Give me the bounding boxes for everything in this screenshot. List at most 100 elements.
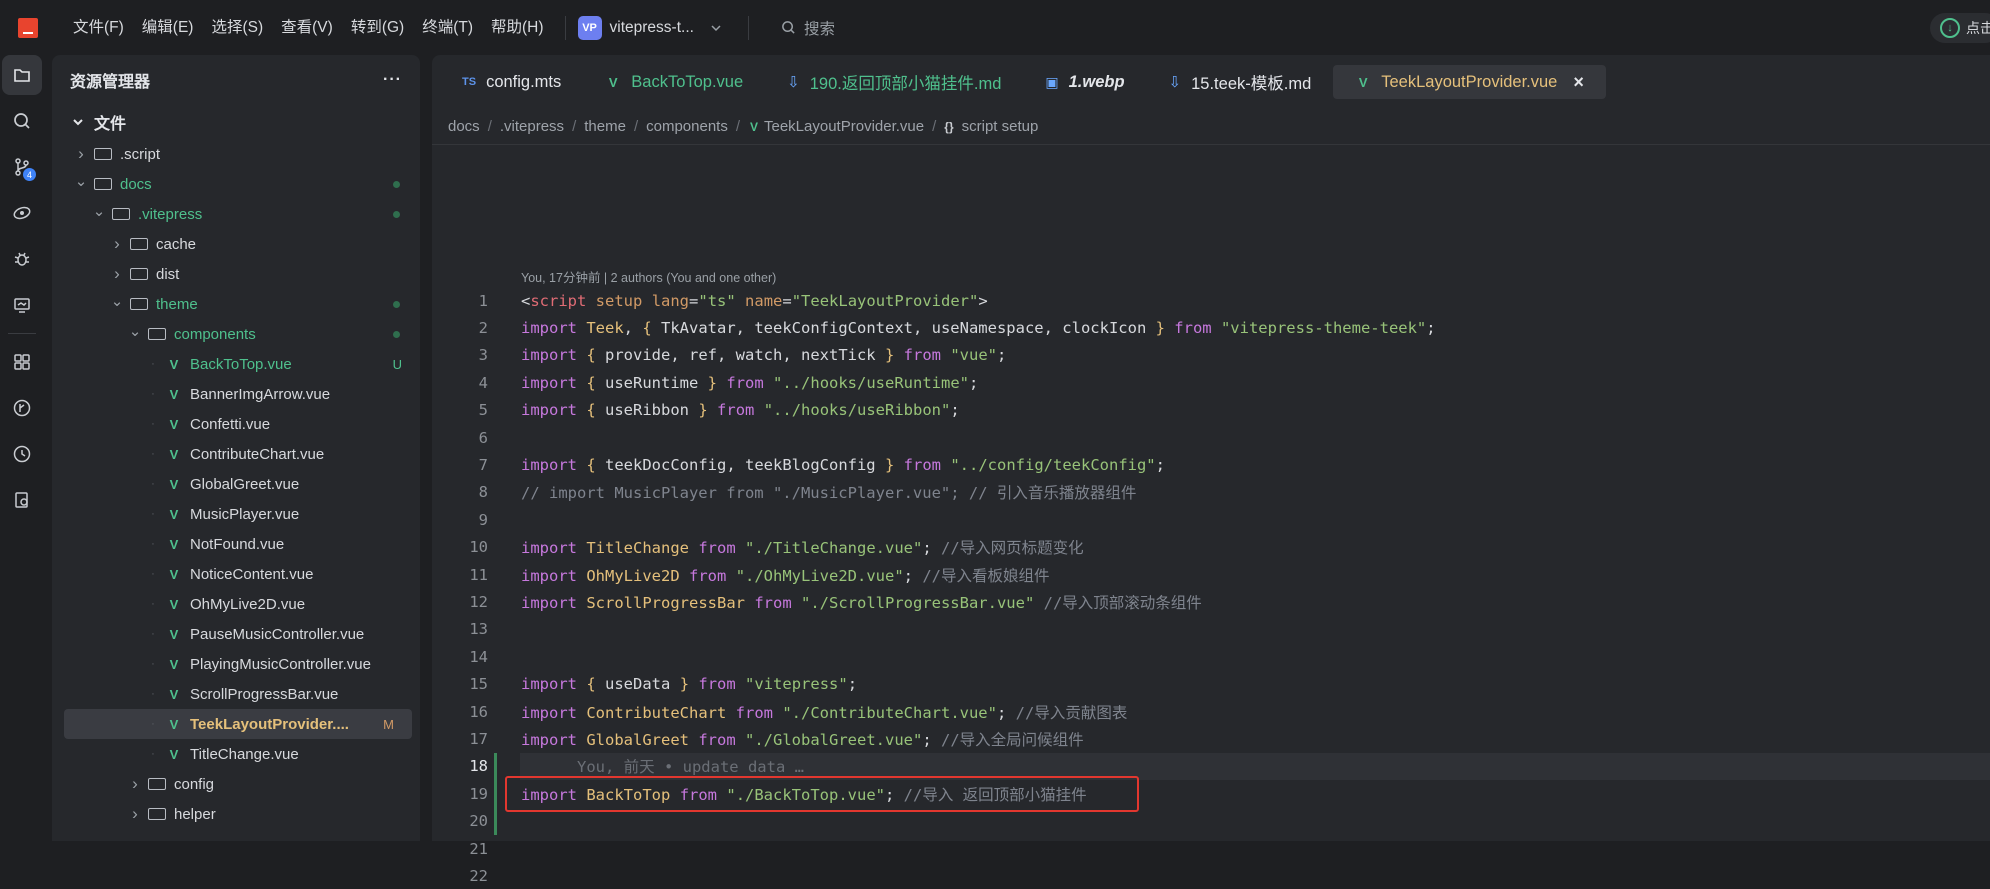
codelens-authors[interactable]: You, 17分钟前 | 2 authors (You and one othe… xyxy=(521,267,776,286)
code-line: 21 xyxy=(432,835,1990,862)
code-token: OhMyLive2D xyxy=(586,566,680,585)
code-token: from xyxy=(754,593,792,612)
tree-indent: · xyxy=(151,478,155,490)
folder-open-icon xyxy=(94,178,112,190)
code-token: //导入网页标题变化 xyxy=(941,539,1084,558)
more-actions-icon[interactable]: ··· xyxy=(383,71,402,89)
menu-item[interactable]: 编辑(E) xyxy=(133,0,203,55)
folder-item[interactable]: ⌄ .vitepress xyxy=(52,199,420,229)
tree-item-label: ContributeChart.vue xyxy=(190,445,325,463)
files-section-header[interactable]: 文件 xyxy=(52,105,420,139)
code-line: 4 import { useRuntime } from "../hooks/us… xyxy=(432,369,1990,396)
search-input[interactable]: 搜索 xyxy=(781,17,835,39)
tree-indent: · xyxy=(151,628,155,640)
breadcrumb-item[interactable]: theme xyxy=(584,118,626,135)
vue-file-icon: V xyxy=(169,356,179,372)
file-item[interactable]: · V BannerImgArrow.vue xyxy=(52,379,420,409)
editor-tab[interactable]: ⇩ 190.返回顶部小猫挂件.md xyxy=(765,65,1023,99)
code-token: import xyxy=(521,401,577,420)
code-token: ; xyxy=(922,730,941,749)
folder-icon xyxy=(148,778,166,790)
editor-tab[interactable]: ▣ 1.webp xyxy=(1023,65,1146,99)
code-token: } xyxy=(707,373,718,392)
code-token: name xyxy=(745,291,783,310)
editor-tab[interactable]: TS config.mts xyxy=(440,65,583,99)
folder-item[interactable]: › helper xyxy=(52,799,420,829)
remote-monitor-icon[interactable] xyxy=(2,285,42,325)
file-item[interactable]: · V ScrollProgressBar.vue xyxy=(52,679,420,709)
folder-item[interactable]: › config xyxy=(52,769,420,799)
file-item[interactable]: · V Confetti.vue xyxy=(52,409,420,439)
file-item[interactable]: · V OhMyLive2D.vue xyxy=(52,589,420,619)
vue-file-icon: V xyxy=(169,656,179,672)
tree-item-label: ScrollProgressBar.vue xyxy=(190,685,339,703)
line-number: 4 xyxy=(478,373,488,392)
code-token: import xyxy=(521,566,577,585)
code-token: TkAvatar, teekConfigContext, useNamespac… xyxy=(651,318,1156,337)
debug-icon[interactable] xyxy=(2,239,42,279)
folder-icon xyxy=(130,238,148,250)
file-item[interactable]: · V NotFound.vue xyxy=(52,529,420,559)
code-token: "vue" xyxy=(950,346,998,365)
file-item[interactable]: · V MusicPlayer.vue xyxy=(52,499,420,529)
file-item[interactable]: · V ContributeChart.vue xyxy=(52,439,420,469)
file-item[interactable]: · V GlobalGreet.vue xyxy=(52,469,420,499)
timeline-icon[interactable] xyxy=(2,434,42,474)
chevron-down-icon xyxy=(73,119,83,126)
project-switcher[interactable]: VP vitepress-t... xyxy=(577,15,722,40)
tree-indent: · xyxy=(151,748,155,760)
source-control-icon[interactable]: 4 xyxy=(2,147,42,187)
menu-item[interactable]: 查看(V) xyxy=(272,0,342,55)
folder-item[interactable]: ⌄ components xyxy=(52,319,420,349)
folder-item[interactable]: › dist xyxy=(52,259,420,289)
tree-item-label: Confetti.vue xyxy=(190,415,271,433)
git-graph-icon[interactable] xyxy=(2,388,42,428)
update-button[interactable]: ↓ 点击 xyxy=(1930,13,1990,43)
app-logo xyxy=(18,17,38,38)
close-icon[interactable]: × xyxy=(1573,72,1584,93)
file-item[interactable]: · V PlayingMusicController.vue xyxy=(52,649,420,679)
search-icon[interactable] xyxy=(2,101,42,141)
breadcrumb-item[interactable]: script setup xyxy=(962,118,1039,135)
tab-label: 15.teek-模板.md xyxy=(1191,75,1312,93)
vue-file-icon: V xyxy=(169,416,179,432)
menu-item[interactable]: 帮助(H) xyxy=(482,0,553,55)
tree-item-label: NotFound.vue xyxy=(190,535,285,553)
file-item[interactable]: · V TitleChange.vue xyxy=(52,739,420,769)
menu-item[interactable]: 转到(G) xyxy=(342,0,413,55)
explorer-icon[interactable] xyxy=(2,55,42,95)
folder-item[interactable]: › .script xyxy=(52,139,420,169)
code-token: import xyxy=(521,318,577,337)
settings-sync-icon[interactable] xyxy=(2,480,42,520)
breadcrumb-item[interactable]: .vitepress xyxy=(500,118,564,135)
menu-item[interactable]: 文件(F) xyxy=(64,0,133,55)
tree-indent: · xyxy=(151,688,155,700)
file-item[interactable]: · V TeekLayoutProvider.... M xyxy=(64,709,412,739)
breadcrumb-item[interactable]: docs xyxy=(448,118,480,135)
folder-item[interactable]: ⌄ docs xyxy=(52,169,420,199)
markdown-download-icon: ⇩ xyxy=(787,74,800,91)
editor-tab[interactable]: ⇩ 15.teek-模板.md xyxy=(1147,65,1334,99)
editor-tab[interactable]: V BackToTop.vue xyxy=(583,65,765,99)
file-item[interactable]: · V BackToTop.vue U xyxy=(52,349,420,379)
breadcrumb-item[interactable]: components xyxy=(646,118,728,135)
breadcrumb-item[interactable]: TeekLayoutProvider.vue xyxy=(764,118,924,135)
folder-item[interactable]: › cache xyxy=(52,229,420,259)
file-item[interactable]: · V NoticeContent.vue xyxy=(52,559,420,589)
file-item[interactable]: · V PauseMusicController.vue xyxy=(52,619,420,649)
editor-tab[interactable]: V TeekLayoutProvider.vue × xyxy=(1333,65,1606,99)
explorer-sidebar: 资源管理器 ··· 文件 › .script ⌄ docs ⌄ .vitepress › ca… xyxy=(52,55,420,841)
menu-item[interactable]: 终端(T) xyxy=(413,0,482,55)
tree-item-label: PauseMusicController.vue xyxy=(190,625,365,643)
folder-item[interactable]: ⌄ theme xyxy=(52,289,420,319)
code-token: // import MusicPlayer from "./MusicPlaye… xyxy=(521,484,1137,503)
breadcrumb-separator: / xyxy=(633,118,639,135)
code-text: import { useRuntime } from "../hooks/use… xyxy=(521,374,978,392)
code-token: , xyxy=(623,318,643,337)
menu-item[interactable]: 选择(S) xyxy=(202,0,272,55)
code-token: //导入看板娘组件 xyxy=(922,566,1050,585)
preview-icon[interactable] xyxy=(2,193,42,233)
extensions-icon[interactable] xyxy=(2,342,42,382)
